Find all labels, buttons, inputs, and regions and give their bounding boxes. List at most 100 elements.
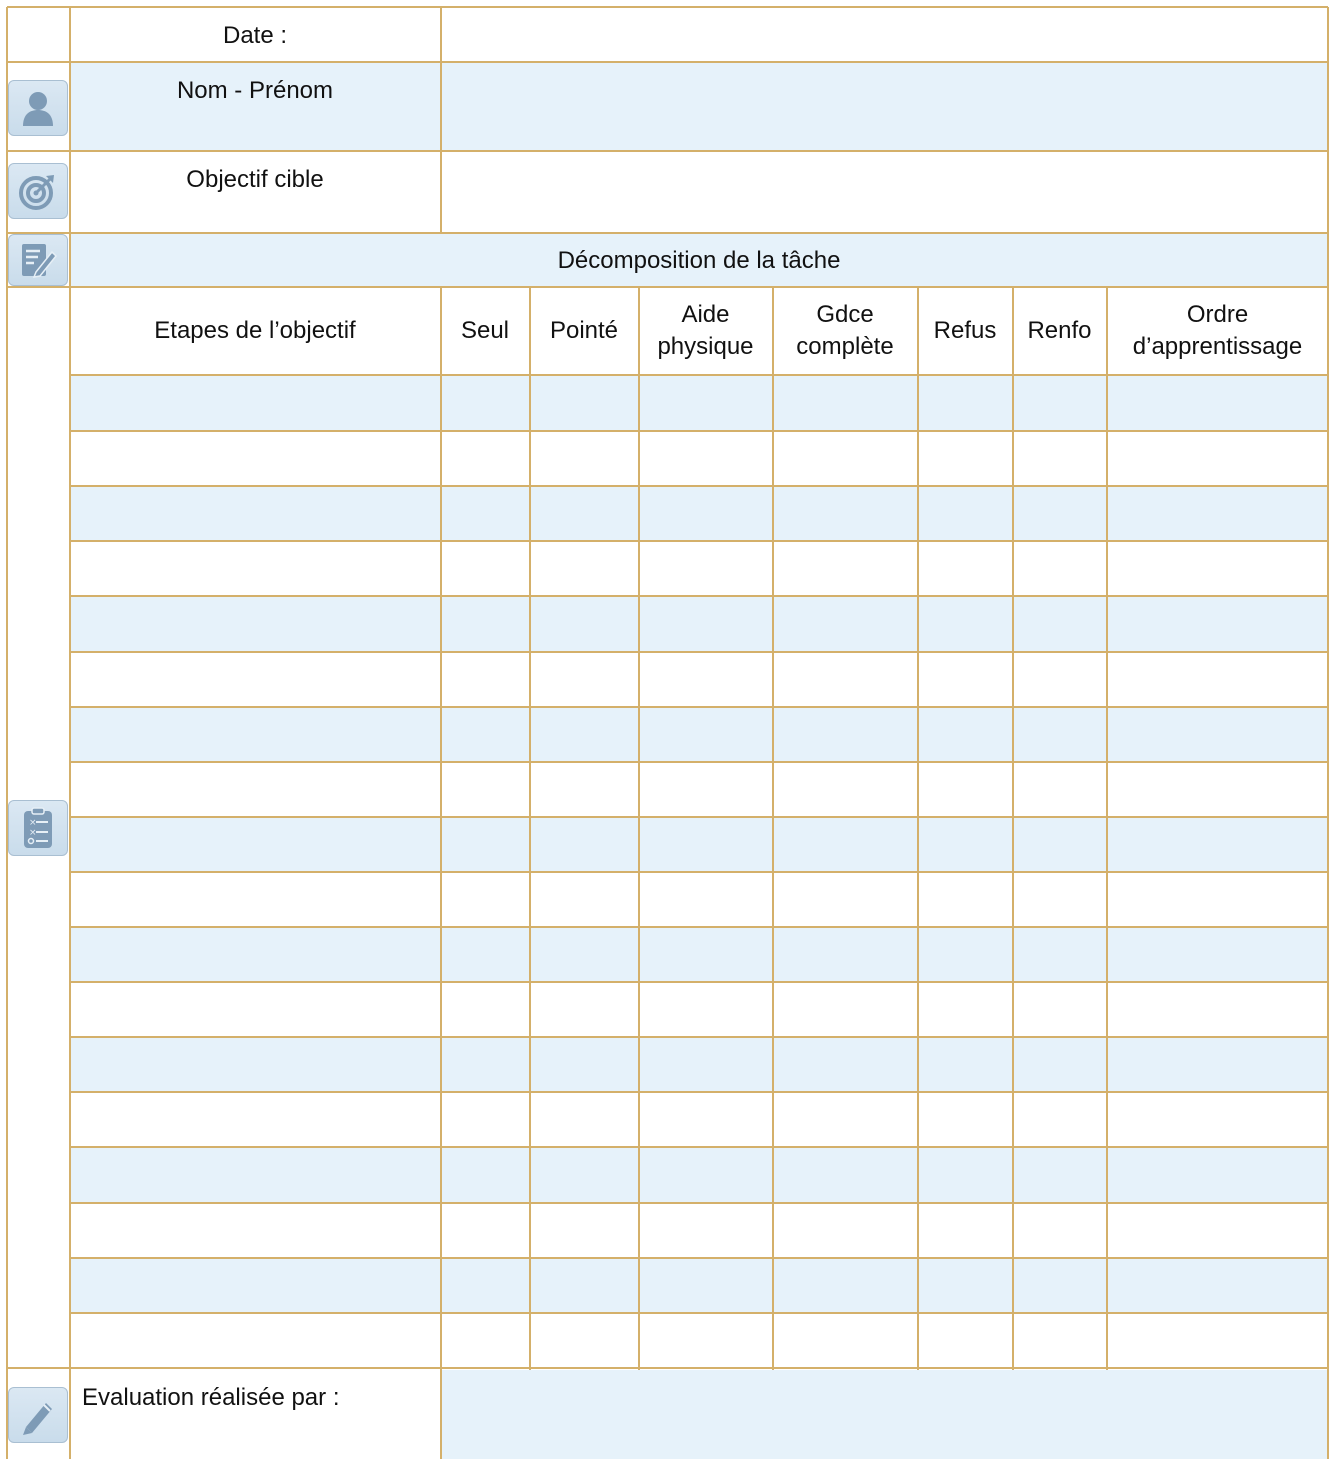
table-cell[interactable] [774, 708, 917, 761]
table-cell[interactable] [1014, 1093, 1106, 1146]
objective-field[interactable] [441, 152, 1328, 232]
table-cell[interactable] [640, 763, 772, 816]
table-cell[interactable] [919, 928, 1012, 981]
table-cell[interactable] [1014, 873, 1106, 926]
table-cell[interactable] [1108, 1038, 1327, 1091]
table-cell[interactable] [640, 708, 772, 761]
table-cell[interactable] [1014, 1148, 1106, 1201]
table-cell[interactable] [1014, 542, 1106, 595]
table-cell[interactable] [1014, 763, 1106, 816]
table-cell[interactable] [1014, 487, 1106, 540]
table-cell[interactable] [919, 597, 1012, 650]
table-cell[interactable] [1108, 928, 1327, 981]
table-cell[interactable] [1014, 708, 1106, 761]
table-cell[interactable] [640, 1148, 772, 1201]
table-cell[interactable] [774, 377, 917, 430]
table-cell[interactable] [71, 708, 440, 761]
table-cell[interactable] [919, 653, 1012, 706]
table-cell[interactable] [919, 708, 1012, 761]
table-cell[interactable] [1014, 928, 1106, 981]
table-cell[interactable] [531, 983, 638, 1036]
table-cell[interactable] [640, 1038, 772, 1091]
table-cell[interactable] [919, 818, 1012, 871]
table-cell[interactable] [1014, 818, 1106, 871]
table-cell[interactable] [919, 1314, 1012, 1367]
table-cell[interactable] [1108, 487, 1327, 540]
table-cell[interactable] [531, 1204, 638, 1257]
table-cell[interactable] [1108, 873, 1327, 926]
table-cell[interactable] [71, 873, 440, 926]
table-cell[interactable] [640, 983, 772, 1036]
table-cell[interactable] [71, 432, 440, 485]
table-cell[interactable] [71, 1148, 440, 1201]
table-cell[interactable] [71, 542, 440, 595]
table-cell[interactable] [1014, 1038, 1106, 1091]
table-cell[interactable] [71, 1038, 440, 1091]
table-cell[interactable] [71, 653, 440, 706]
table-cell[interactable] [774, 873, 917, 926]
table-cell[interactable] [1014, 1204, 1106, 1257]
table-cell[interactable] [71, 1259, 440, 1312]
table-cell[interactable] [531, 1148, 638, 1201]
table-cell[interactable] [442, 1259, 529, 1312]
table-cell[interactable] [1108, 432, 1327, 485]
table-cell[interactable] [442, 1093, 529, 1146]
table-cell[interactable] [71, 983, 440, 1036]
table-cell[interactable] [1108, 1314, 1327, 1367]
table-cell[interactable] [531, 708, 638, 761]
table-cell[interactable] [640, 818, 772, 871]
table-cell[interactable] [774, 1093, 917, 1146]
table-cell[interactable] [71, 1093, 440, 1146]
table-cell[interactable] [1014, 653, 1106, 706]
name-field[interactable] [441, 63, 1328, 150]
table-cell[interactable] [919, 1038, 1012, 1091]
table-cell[interactable] [1014, 1314, 1106, 1367]
table-cell[interactable] [774, 432, 917, 485]
table-cell[interactable] [71, 487, 440, 540]
table-cell[interactable] [774, 1148, 917, 1201]
table-cell[interactable] [531, 1314, 638, 1367]
table-cell[interactable] [531, 928, 638, 981]
table-cell[interactable] [919, 542, 1012, 595]
table-cell[interactable] [1108, 1259, 1327, 1312]
table-cell[interactable] [640, 1259, 772, 1312]
table-cell[interactable] [531, 432, 638, 485]
table-cell[interactable] [1014, 377, 1106, 430]
table-cell[interactable] [1014, 432, 1106, 485]
table-cell[interactable] [1108, 708, 1327, 761]
table-cell[interactable] [774, 1204, 917, 1257]
table-cell[interactable] [919, 763, 1012, 816]
table-cell[interactable] [640, 487, 772, 540]
table-cell[interactable] [442, 818, 529, 871]
table-cell[interactable] [442, 653, 529, 706]
table-cell[interactable] [774, 597, 917, 650]
table-cell[interactable] [442, 377, 529, 430]
table-cell[interactable] [640, 597, 772, 650]
table-cell[interactable] [442, 542, 529, 595]
table-cell[interactable] [1108, 818, 1327, 871]
table-cell[interactable] [1014, 983, 1106, 1036]
table-cell[interactable] [640, 928, 772, 981]
table-cell[interactable] [531, 597, 638, 650]
table-cell[interactable] [774, 1038, 917, 1091]
table-cell[interactable] [442, 763, 529, 816]
table-cell[interactable] [919, 1204, 1012, 1257]
table-cell[interactable] [640, 377, 772, 430]
table-cell[interactable] [1108, 377, 1327, 430]
table-cell[interactable] [774, 653, 917, 706]
table-cell[interactable] [442, 1148, 529, 1201]
table-cell[interactable] [774, 818, 917, 871]
table-cell[interactable] [71, 763, 440, 816]
table-cell[interactable] [640, 1314, 772, 1367]
table-cell[interactable] [1108, 983, 1327, 1036]
table-cell[interactable] [442, 983, 529, 1036]
table-cell[interactable] [442, 487, 529, 540]
table-cell[interactable] [640, 432, 772, 485]
table-cell[interactable] [640, 1093, 772, 1146]
table-cell[interactable] [531, 653, 638, 706]
table-cell[interactable] [640, 1204, 772, 1257]
table-cell[interactable] [1108, 1093, 1327, 1146]
table-cell[interactable] [71, 597, 440, 650]
table-cell[interactable] [774, 1314, 917, 1367]
table-cell[interactable] [774, 487, 917, 540]
